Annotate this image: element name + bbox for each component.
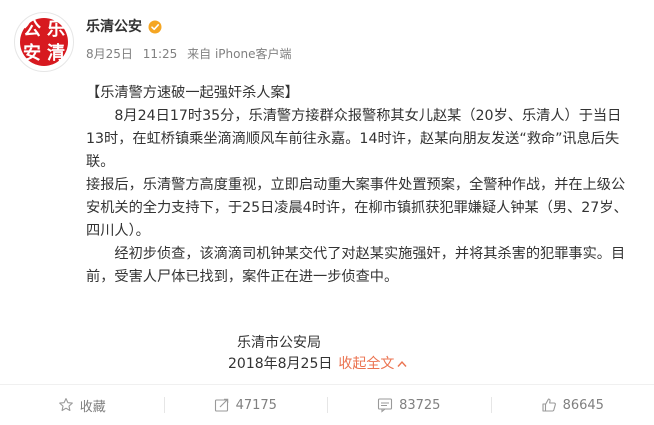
post-paragraph-3: 经初步侦查，该滴滴司机钟某交代了对赵某实施强奸，并将其杀害的犯罪事实。目前，受害…	[86, 246, 626, 285]
post-paragraph-2: 接报后，乐清警方高度重视，立即启动重大案事件处置预案，全警种作战，并在上级公安机…	[86, 177, 628, 239]
chevron-up-icon	[397, 360, 407, 367]
action-bar: 收藏 47175 83725 86645	[0, 384, 654, 425]
avatar-char-1: 公	[23, 19, 41, 40]
repost-button[interactable]: 47175	[163, 385, 328, 425]
repost-count: 47175	[235, 397, 277, 413]
username[interactable]: 乐清公安	[86, 16, 142, 36]
post-content: 【乐清警方速破一起强奸杀人案】 8月24日17时35分，乐清警方接群众报警称其女…	[86, 82, 634, 289]
avatar-char-3: 安	[23, 43, 41, 64]
favorite-button[interactable]: 收藏	[0, 385, 164, 425]
post-time[interactable]: 11:25	[143, 47, 178, 61]
collapse-label: 收起全文	[338, 356, 395, 372]
comment-count: 83725	[399, 397, 441, 413]
avatar-char-2: 乐	[47, 19, 65, 40]
post-source: 来自 iPhone客户端	[187, 47, 292, 61]
comment-button[interactable]: 83725	[327, 385, 491, 425]
post-meta: 8月25日 11:25 来自 iPhone客户端	[86, 45, 297, 62]
post-title: 【乐清警方速破一起强奸杀人案】	[86, 85, 299, 101]
thumbs-up-icon	[542, 398, 556, 412]
verified-icon	[148, 19, 162, 34]
signed-date: 2018年8月25日	[228, 356, 333, 372]
post-header: 乐清公安 8月25日 11:25 来自 iPhone客户端	[86, 16, 297, 62]
comment-icon	[378, 398, 393, 413]
post-date[interactable]: 8月25日	[86, 47, 133, 61]
star-icon	[58, 398, 73, 412]
name-row: 乐清公安	[86, 16, 297, 36]
avatar[interactable]: 公 乐 安 清	[14, 12, 74, 72]
favorite-label: 收藏	[79, 399, 106, 415]
like-button[interactable]: 86645	[490, 385, 654, 425]
avatar-logo: 公 乐 安 清	[20, 18, 68, 66]
collapse-link[interactable]: 收起全文	[338, 356, 407, 372]
like-count: 86645	[562, 397, 604, 413]
signed-date-row: 2018年8月25日 收起全文	[228, 353, 407, 373]
post-paragraph-1: 8月24日17时35分，乐清警方接群众报警称其女儿赵某（20岁、乐清人）于当日1…	[86, 108, 622, 170]
repost-icon	[214, 398, 228, 412]
avatar-char-4: 清	[47, 43, 65, 64]
post-signature: 乐清市公安局	[237, 335, 321, 351]
